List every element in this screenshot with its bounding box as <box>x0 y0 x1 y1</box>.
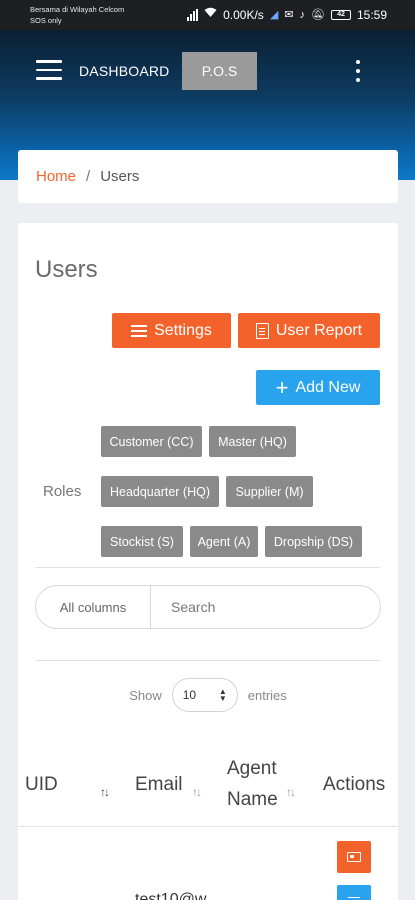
sort-icon[interactable]: ↑↓ <box>192 785 202 799</box>
user-report-label: User Report <box>275 321 363 339</box>
table-header: UID ↑↓ Email ↑↓ Agent Name ↑↓ Actions <box>18 743 398 827</box>
status-bar: Bersama di Wilayah Celcom SOS only 0.00K… <box>0 0 415 30</box>
divider <box>35 567 380 568</box>
role-chip-dropship[interactable]: Dropship (DS) <box>265 526 362 557</box>
settings-label: Settings <box>154 321 212 339</box>
column-header-email[interactable]: Email <box>135 769 183 800</box>
show-label: Show <box>129 687 162 703</box>
sort-icon[interactable]: ↑↓ <box>286 785 296 799</box>
sort-icon[interactable]: ↑↓ <box>100 785 110 799</box>
mute-icon: 🔕︎ <box>311 8 325 21</box>
entries-value: 10 <box>182 688 197 702</box>
search-box: All columns <box>35 585 381 629</box>
entries-label: entries <box>247 687 287 703</box>
battery-level: 42 <box>337 10 345 18</box>
role-chip-stockist[interactable]: Stockist (S) <box>101 526 183 557</box>
list-action-button[interactable] <box>337 885 371 900</box>
document-icon <box>255 322 269 339</box>
role-chip-supplier[interactable]: Supplier (M) <box>226 476 313 507</box>
entries-select[interactable]: 10 ▲ ▼ <box>171 678 238 712</box>
view-card-button[interactable] <box>337 841 371 873</box>
signal-icon <box>187 8 199 21</box>
status-icons: 0.00K/s ◢ ✉ ♪ 🔕︎ 42 15:59 <box>187 7 387 22</box>
users-card: Users Settings User Report + Add New Rol… <box>18 223 398 900</box>
breadcrumb-current: Users <box>100 168 140 185</box>
add-new-button[interactable]: + Add New <box>256 370 380 405</box>
role-chip-customer[interactable]: Customer (CC) <box>101 426 202 457</box>
role-chip-agent[interactable]: Agent (A) <box>190 526 258 557</box>
page-title: Users <box>35 256 98 283</box>
more-options-icon[interactable] <box>352 60 364 82</box>
column-header-actions: Actions <box>323 774 386 795</box>
roles-label: Roles <box>43 483 82 500</box>
carrier-status: SOS only <box>30 16 62 25</box>
entries-control: Show 10 ▲ ▼ entries <box>18 678 398 712</box>
add-new-label: Add New <box>295 378 361 396</box>
wifi-icon <box>204 7 217 22</box>
mail-icon: ✉ <box>284 8 294 21</box>
column-filter-select[interactable]: All columns <box>36 586 151 628</box>
column-header-name[interactable]: Name <box>227 784 278 815</box>
breadcrumb-separator: / <box>86 168 91 185</box>
search-input[interactable] <box>151 586 380 628</box>
id-card-icon <box>347 852 361 862</box>
clock: 15:59 <box>356 7 387 22</box>
user-report-button[interactable]: User Report <box>238 313 380 348</box>
column-header-agent[interactable]: Agent <box>227 753 277 784</box>
list-icon <box>131 322 148 340</box>
menu-icon[interactable] <box>36 60 62 82</box>
role-chip-headquarter[interactable]: Headquarter (HQ) <box>101 476 219 507</box>
plus-icon: + <box>275 374 289 400</box>
carrier-name: Bersama di Wilayah Celcom <box>30 5 125 14</box>
settings-button[interactable]: Settings <box>112 313 231 348</box>
carrier-info: Bersama di Wilayah Celcom SOS only <box>30 4 124 26</box>
divider <box>35 660 380 661</box>
battery-icon: 42 <box>330 9 351 20</box>
select-arrows-icon: ▲ ▼ <box>218 687 227 703</box>
breadcrumb-home-link[interactable]: Home <box>36 168 76 185</box>
breadcrumb: Home / Users <box>18 150 398 203</box>
email-cell: test10@w <box>135 891 207 900</box>
list-icon <box>348 895 360 900</box>
column-header-uid[interactable]: UID <box>25 769 58 800</box>
app-notification-icon: ◢ <box>269 8 279 21</box>
pos-button[interactable]: P.O.S <box>182 52 257 90</box>
role-chip-master[interactable]: Master (HQ) <box>209 426 296 457</box>
dashboard-title[interactable]: DASHBOARD <box>79 63 169 79</box>
net-speed: 0.00K/s <box>223 7 264 22</box>
tiktok-icon: ♪ <box>299 8 306 21</box>
